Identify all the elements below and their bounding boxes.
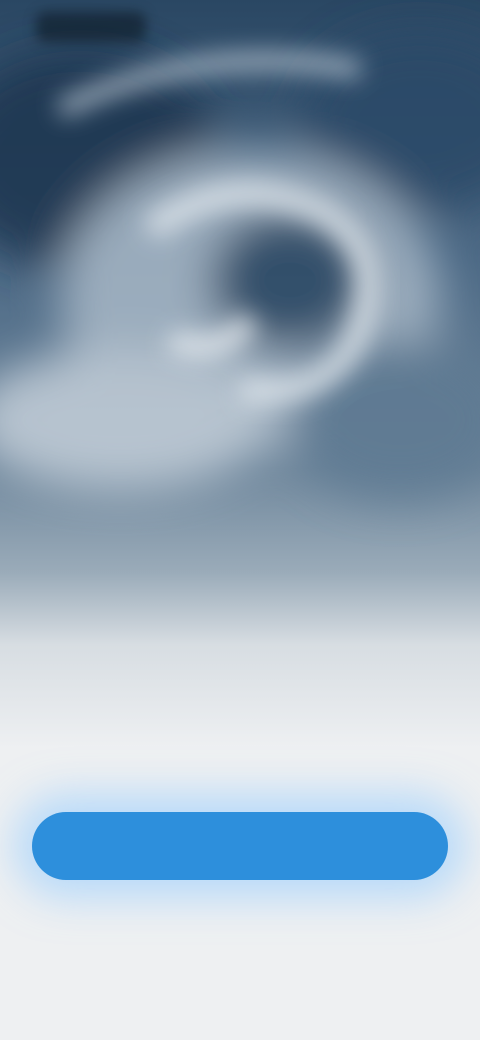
primary-button[interactable]: [32, 812, 448, 880]
storm-background-image: [0, 0, 480, 1040]
status-bar: [0, 0, 480, 48]
status-time: [36, 12, 146, 42]
